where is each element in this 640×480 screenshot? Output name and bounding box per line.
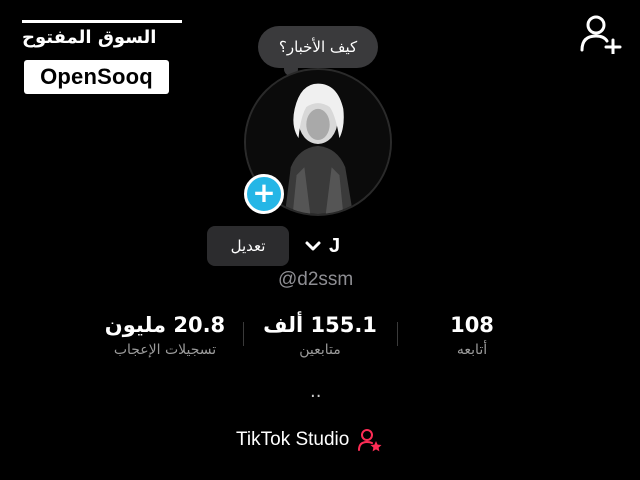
following-stat[interactable]: 108 أتابعه [412, 310, 532, 360]
bio-placeholder[interactable]: .. [310, 382, 321, 402]
followers-count: 155.1 ألف [263, 313, 377, 337]
chevron-down-icon [303, 236, 323, 256]
stat-divider [397, 322, 398, 346]
following-count: 108 [450, 313, 494, 337]
watermark-arabic-text: السوق المفتوح [22, 20, 182, 56]
edit-profile-button[interactable]: تعديل [207, 226, 289, 266]
watermark-brand-badge: OpenSooq [24, 60, 169, 94]
likes-label: تسجيلات الإعجاب [113, 342, 217, 358]
followers-label: متابعين [299, 342, 341, 358]
add-friend-icon[interactable] [578, 14, 622, 56]
account-switcher[interactable]: J [303, 232, 340, 260]
followers-stat[interactable]: 155.1 ألف متابعين [250, 310, 390, 360]
stat-divider [243, 322, 244, 346]
note-bubble[interactable]: كيف الأخبار؟ [258, 26, 378, 68]
tiktok-studio-link[interactable]: TikTok Studio [236, 426, 383, 454]
username-handle: @d2ssm [278, 269, 354, 290]
display-name: J [329, 235, 341, 257]
following-label: أتابعه [456, 342, 488, 358]
tiktok-studio-label: TikTok Studio [236, 429, 350, 450]
add-story-button[interactable]: + [244, 174, 284, 214]
likes-count: 20.8 مليون [104, 313, 226, 337]
creator-star-icon [357, 428, 383, 452]
likes-stat[interactable]: 20.8 مليون تسجيلات الإعجاب [90, 310, 240, 360]
